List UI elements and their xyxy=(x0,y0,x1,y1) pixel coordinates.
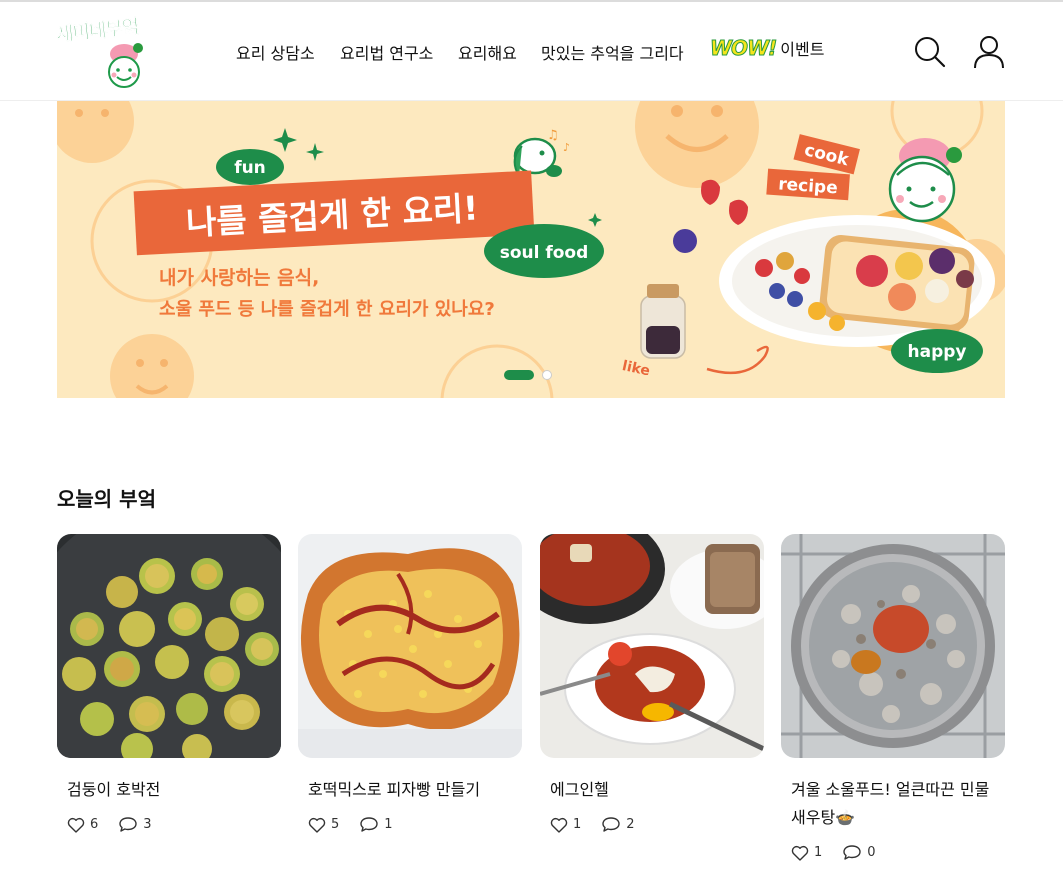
chef-character xyxy=(888,138,962,223)
hero-banner[interactable]: ♫ ♪ fun 나를 즐겁게 한 요리! soul food 내가 사랑하는 음… xyxy=(57,101,1005,398)
like-count-value: 1 xyxy=(573,817,582,832)
like-count[interactable]: 1 xyxy=(791,845,822,861)
comment-count[interactable]: 0 xyxy=(842,844,876,861)
nav-item-event[interactable]: WOW! 이벤트 xyxy=(709,36,825,61)
nav-item-recipe-lab[interactable]: 요리법 연구소 xyxy=(340,40,433,64)
svg-text:♪: ♪ xyxy=(563,141,570,154)
heart-icon xyxy=(550,817,568,833)
recipe-card[interactable]: 겨울 소울푸드! 얼큰따끈 민물새우탕🍲 1 0 xyxy=(781,534,1005,861)
nav-item-cooking-counsel[interactable]: 요리 상담소 xyxy=(236,40,315,64)
tag-happy: happy xyxy=(908,342,967,362)
heart-icon xyxy=(791,845,809,861)
recipe-thumbnail[interactable] xyxy=(57,534,281,758)
comment-count-value: 3 xyxy=(143,817,152,832)
nav-event-label: 이벤트 xyxy=(780,40,825,59)
comment-count[interactable]: 1 xyxy=(359,816,393,833)
recipe-title[interactable]: 에그인헬 xyxy=(540,776,764,804)
banner-subline-2: 소울 푸드 등 나를 즐겁게 한 요리가 있나요? xyxy=(159,299,495,320)
section-title: 오늘의 부엌 xyxy=(57,487,156,511)
svg-text:♫: ♫ xyxy=(547,128,559,143)
carousel-indicators xyxy=(504,370,552,380)
comment-count[interactable]: 2 xyxy=(601,816,635,833)
comment-count[interactable]: 3 xyxy=(118,816,152,833)
recipe-stats: 5 1 xyxy=(298,816,522,833)
account-button[interactable] xyxy=(972,35,1006,69)
comment-count-value: 2 xyxy=(626,817,635,832)
recipe-card[interactable]: 에그인헬 1 2 xyxy=(540,534,764,833)
carousel-dot[interactable] xyxy=(542,370,552,380)
like-count[interactable]: 5 xyxy=(308,817,339,833)
search-button[interactable] xyxy=(913,35,947,69)
shrimp-stew-image xyxy=(781,534,1005,758)
tag-fun: fun xyxy=(234,158,266,178)
banner-subline-1: 내가 사랑하는 음식, xyxy=(159,267,319,289)
nav-item-tasty-memories[interactable]: 맛있는 추억을 그리다 xyxy=(541,40,684,64)
recipe-title[interactable]: 검둥이 호박전 xyxy=(57,776,281,804)
egg-in-hell-image xyxy=(540,534,764,758)
search-icon xyxy=(915,37,946,68)
pizza-bread-image xyxy=(298,534,522,758)
comment-icon xyxy=(843,845,861,860)
tag-recipe: recipe xyxy=(778,174,839,198)
logo-chef-icon xyxy=(108,43,143,88)
recipe-card[interactable]: 검둥이 호박전 6 3 xyxy=(57,534,281,833)
zucchini-pancake-image xyxy=(57,534,281,758)
carousel-dot-active[interactable] xyxy=(504,370,534,380)
recipe-thumbnail[interactable] xyxy=(540,534,764,758)
heart-icon xyxy=(67,817,85,833)
logo[interactable]: 새미네부엌 xyxy=(55,12,158,94)
recipe-stats: 1 0 xyxy=(781,844,1005,861)
like-count-value: 5 xyxy=(331,817,340,832)
wow-badge: WOW! xyxy=(709,36,777,61)
tag-soul-food: soul food xyxy=(500,243,589,263)
nav-item-lets-cook[interactable]: 요리해요 xyxy=(458,40,517,64)
like-count-value: 1 xyxy=(814,845,823,860)
comment-count-value: 1 xyxy=(384,817,393,832)
comment-icon xyxy=(602,817,620,832)
comment-icon xyxy=(119,817,137,832)
recipe-thumbnail[interactable] xyxy=(781,534,1005,758)
recipe-stats: 1 2 xyxy=(540,816,764,833)
recipe-card[interactable]: 호떡믹스로 피자빵 만들기 5 1 xyxy=(298,534,522,833)
user-icon xyxy=(974,36,1004,69)
site-header: 새미네부엌 요리 상담소 요리법 연구소 요리해요 맛있는 추억을 그리다 WO… xyxy=(0,2,1063,101)
dog-mascot: ♫ ♪ xyxy=(513,128,570,177)
recipe-stats: 6 3 xyxy=(57,816,281,833)
like-count[interactable]: 6 xyxy=(67,817,98,833)
like-count[interactable]: 1 xyxy=(550,817,581,833)
recipe-title[interactable]: 호떡믹스로 피자빵 만들기 xyxy=(298,776,522,804)
comment-icon xyxy=(360,817,378,832)
tag-like: like xyxy=(621,358,652,379)
heart-icon xyxy=(308,817,326,833)
recipe-title[interactable]: 겨울 소울푸드! 얼큰따끈 민물새우탕🍲 xyxy=(781,776,1005,832)
comment-count-value: 0 xyxy=(867,845,876,860)
banner-illustration: ♫ ♪ fun 나를 즐겁게 한 요리! soul food 내가 사랑하는 음… xyxy=(57,101,1005,398)
like-count-value: 6 xyxy=(90,817,99,832)
recipe-thumbnail[interactable] xyxy=(298,534,522,758)
